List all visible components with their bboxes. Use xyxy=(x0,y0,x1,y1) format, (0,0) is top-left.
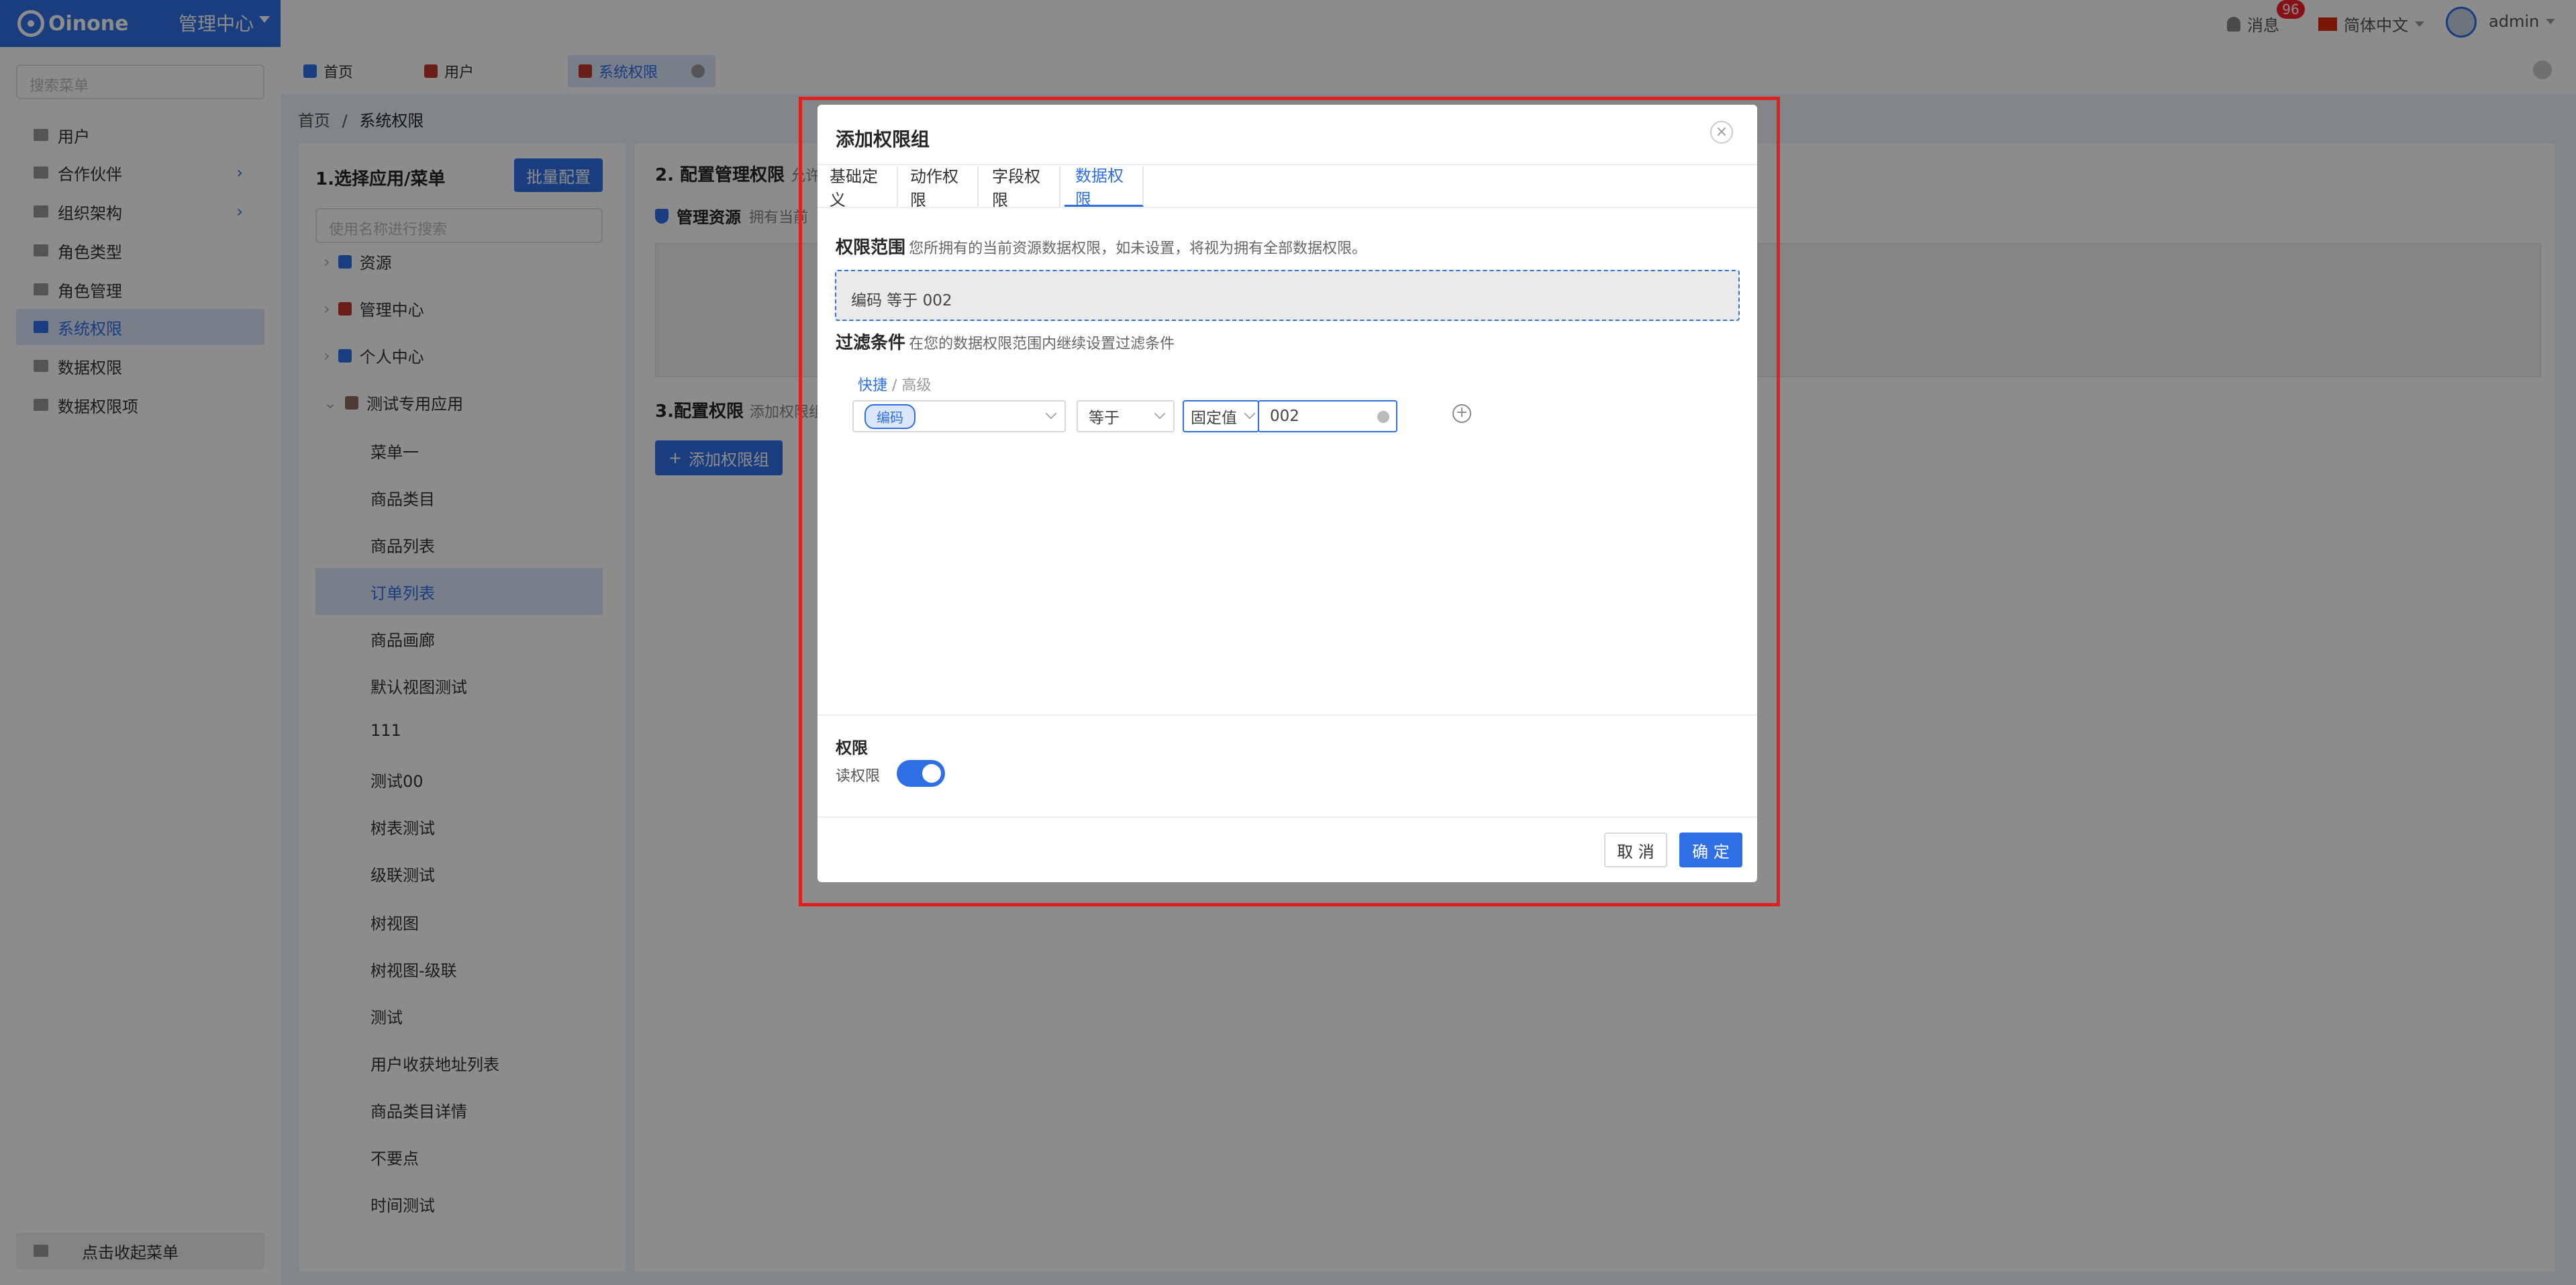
chevron-down-icon xyxy=(1154,408,1166,420)
value-text: 002 xyxy=(1270,408,1299,425)
scope-header: 权限范围 您所拥有的当前资源数据权限，如未设置，将视为拥有全部数据权限。 xyxy=(836,234,1367,258)
mode-quick[interactable]: 快捷 xyxy=(858,377,887,394)
value-input[interactable]: 002 xyxy=(1258,400,1397,432)
add-condition-icon[interactable]: + xyxy=(1452,404,1471,423)
add-permission-group-dialog xyxy=(818,105,1757,882)
tab-data-permissions[interactable]: 数据权限 xyxy=(1064,166,1144,209)
value-type: 固定值 xyxy=(1191,410,1237,427)
chevron-down-icon xyxy=(1045,408,1057,420)
cancel-button[interactable]: 取 消 xyxy=(1604,832,1667,867)
dialog-title: 添加权限组 xyxy=(836,128,930,150)
operator-value: 等于 xyxy=(1089,410,1120,427)
tab-basic-definition[interactable]: 基础定义 xyxy=(819,166,898,209)
filter-header: 过滤条件 在您的数据权限范围内继续设置过滤条件 xyxy=(836,329,1175,354)
confirm-button[interactable]: 确 定 xyxy=(1679,832,1742,867)
tab-action-permissions[interactable]: 动作权限 xyxy=(899,166,979,209)
mode-separator: / xyxy=(892,377,897,394)
field-select[interactable]: 编码 xyxy=(852,400,1066,432)
close-icon[interactable]: × xyxy=(1710,121,1733,144)
divider xyxy=(818,714,1757,716)
filter-label: 过滤条件 xyxy=(836,333,906,353)
filter-mode-switch: 快捷 / 高级 xyxy=(858,373,931,395)
value-type-select[interactable]: 固定值 xyxy=(1183,400,1259,432)
scope-label: 权限范围 xyxy=(836,238,906,258)
read-permission-toggle[interactable] xyxy=(897,760,945,787)
toggle-knob xyxy=(922,764,941,783)
filter-hint: 在您的数据权限范围内继续设置过滤条件 xyxy=(909,336,1175,352)
divider xyxy=(818,816,1757,818)
field-chip: 编码 xyxy=(864,403,915,429)
clear-icon[interactable] xyxy=(1377,411,1389,423)
scope-hint: 您所拥有的当前资源数据权限，如未设置，将视为拥有全部数据权限。 xyxy=(909,240,1367,257)
mode-advanced[interactable]: 高级 xyxy=(901,377,931,394)
chevron-down-icon xyxy=(1244,408,1256,420)
permission-label: 权限 xyxy=(836,739,868,757)
operator-select[interactable]: 等于 xyxy=(1077,400,1175,432)
read-permission-label: 读权限 xyxy=(836,768,881,785)
scope-value-box[interactable]: 编码 等于 002 xyxy=(835,270,1740,321)
tab-field-permissions[interactable]: 字段权限 xyxy=(981,166,1060,209)
